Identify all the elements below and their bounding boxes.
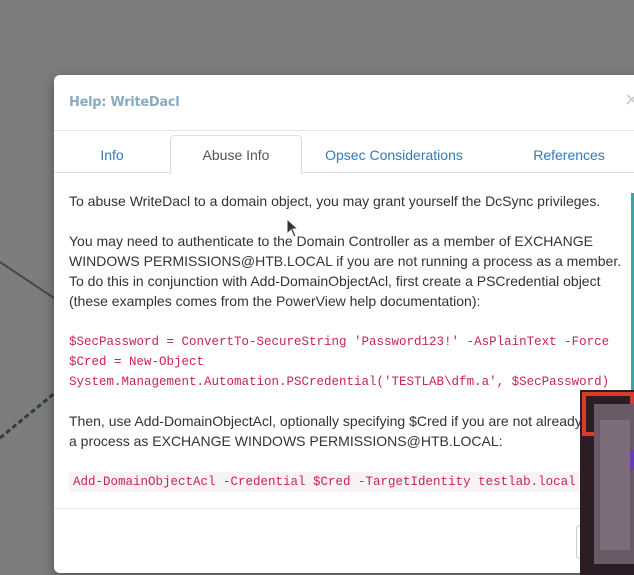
code-block-add-acl: Add-DomainObjectAcl -Credential $Cred -T… [69, 472, 580, 492]
close-button[interactable]: × [624, 89, 634, 110]
graph-edge [0, 261, 61, 303]
code-block-credential: $SecPassword = ConvertTo-SecureString 'P… [69, 332, 609, 392]
help-dialog: Help: WriteDacl × Info Abuse Info Opsec … [54, 75, 634, 573]
dialog-title: Help: WriteDacl [69, 95, 180, 110]
tab-references[interactable]: References [509, 136, 629, 172]
tab-info[interactable]: Info [55, 136, 169, 172]
graph-edge-dashed [0, 390, 57, 440]
webcam-overlay [580, 390, 634, 575]
dialog-tabs: Info Abuse Info Opsec Considerations Ref… [54, 130, 634, 174]
abuse-info-panel: To abuse WriteDacl to a domain object, y… [54, 173, 634, 508]
dialog-header: Help: WriteDacl × [54, 75, 634, 131]
code-line: $SecPassword = ConvertTo-SecureString 'P… [69, 335, 610, 349]
code-line: $Cred = New-Object [69, 355, 205, 369]
abuse-paragraph-2: You may need to authenticate to the Doma… [69, 233, 622, 309]
mouse-cursor-icon [286, 218, 300, 238]
abuse-paragraph-3: Then, use Add-DomainObjectAcl, optionall… [69, 413, 633, 449]
code-line: System.Management.Automation.PSCredentia… [69, 375, 610, 389]
tab-abuse-info[interactable]: Abuse Info [170, 135, 302, 174]
webcam-image [580, 390, 634, 575]
abuse-paragraph-1: To abuse WriteDacl to a domain object, y… [69, 193, 601, 209]
tab-opsec-considerations[interactable]: Opsec Considerations [304, 136, 484, 172]
dialog-footer [54, 508, 634, 573]
